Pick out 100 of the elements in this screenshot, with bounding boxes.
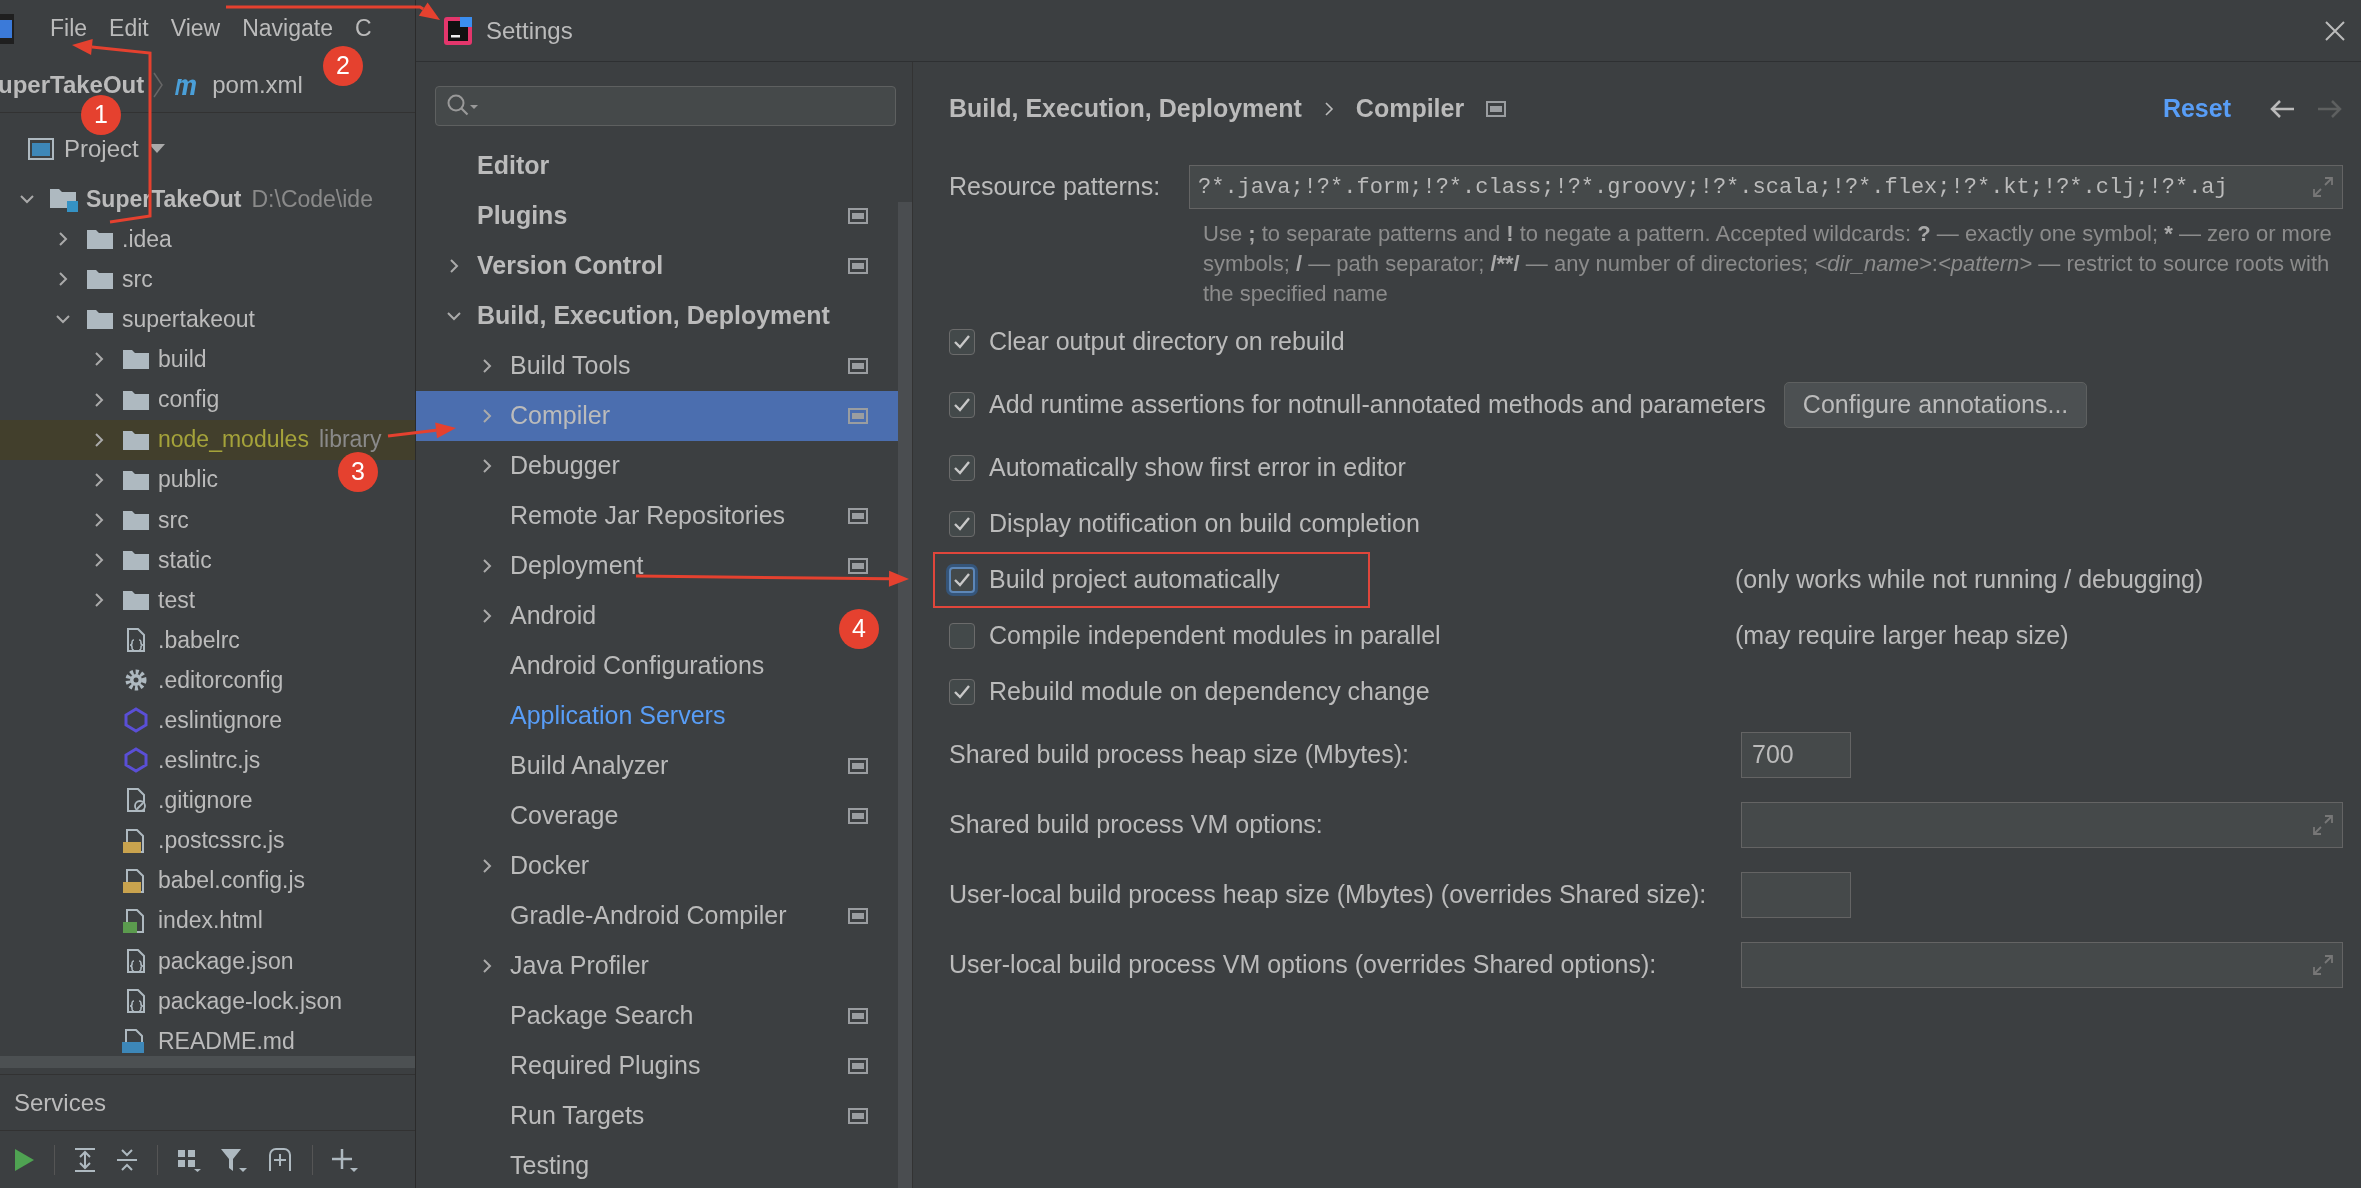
settings-nav-item[interactable]: Package Search xyxy=(510,997,694,1035)
input-field[interactable]: 700 xyxy=(1741,732,1851,778)
file-name[interactable]: package.json xyxy=(158,943,294,979)
configure-button[interactable]: Configure annotations... xyxy=(1783,382,2088,428)
settings-nav-item[interactable]: Build Analyzer xyxy=(510,747,669,785)
input-field[interactable] xyxy=(1741,942,2343,988)
input-field[interactable] xyxy=(1741,802,2343,848)
settings-nav-item[interactable]: Application Servers xyxy=(510,697,726,735)
annotation-arrow xyxy=(387,422,456,439)
settings-nav-item[interactable]: Version Control xyxy=(477,247,664,285)
checkmark-icon xyxy=(953,684,971,700)
settings-nav-item[interactable]: Android Configurations xyxy=(510,647,765,685)
panel-title: Services xyxy=(14,1087,107,1118)
settings-nav-item[interactable]: Debugger xyxy=(510,447,620,485)
checkbox[interactable] xyxy=(949,511,975,537)
field-label: Shared build process VM options: xyxy=(949,809,1324,841)
checkbox[interactable] xyxy=(949,455,975,481)
checkbox[interactable] xyxy=(949,567,975,593)
folder-icon xyxy=(86,307,114,332)
expand-all-icon[interactable] xyxy=(73,1146,97,1173)
checkbox-label[interactable]: Add runtime assertions for notnull-annotated methods and parameters xyxy=(989,386,1766,424)
settings-nav-item[interactable]: Java Profiler xyxy=(510,947,649,985)
input-field[interactable]: ?*.java;!?*.form;!?*.class;!?*.groovy;!?*.scala;!?*.flex;!?*.kt;!?*.clj;!?*.aj xyxy=(1189,165,2343,209)
checkmark-icon xyxy=(953,572,971,588)
folder-icon xyxy=(122,347,150,372)
folder-name[interactable]: supertakeout xyxy=(122,302,255,337)
add-frame-icon[interactable] xyxy=(266,1146,294,1173)
field-label: Resource patterns: xyxy=(949,171,1162,203)
breadcrumb-item[interactable]: Build, Execution, Deployment xyxy=(949,90,1302,128)
folder-name[interactable]: src xyxy=(122,262,153,297)
checkbox[interactable] xyxy=(949,329,975,355)
input-field[interactable] xyxy=(1741,872,1851,918)
file-name[interactable]: .eslintrc.js xyxy=(158,743,261,778)
file-name[interactable]: index.html xyxy=(158,903,263,938)
folder-name[interactable]: src xyxy=(158,502,189,538)
checkbox-label[interactable]: Automatically show first error in editor xyxy=(989,449,1406,487)
search-field[interactable] xyxy=(435,86,896,126)
checkbox-label[interactable]: Rebuild module on dependency change xyxy=(989,673,1430,711)
menu-item[interactable]: C xyxy=(343,11,383,46)
menu-item[interactable]: File xyxy=(39,11,99,46)
settings-nav-item[interactable]: Plugins xyxy=(477,197,568,235)
settings-nav-item[interactable]: Editor xyxy=(477,147,550,185)
collapse-all-icon[interactable] xyxy=(115,1146,139,1173)
hexagon-icon xyxy=(123,707,149,734)
add-icon[interactable] xyxy=(331,1146,359,1173)
settings-nav-item[interactable]: Android xyxy=(510,597,597,635)
checkbox[interactable] xyxy=(949,392,975,418)
folder-icon xyxy=(86,227,114,252)
panel-title: Project xyxy=(64,134,139,164)
checkmark-icon xyxy=(953,334,971,350)
checkbox-label[interactable]: Display notification on build completion xyxy=(989,505,1420,543)
settings-nav-item[interactable]: Deployment xyxy=(510,547,644,585)
settings-nav-item[interactable]: Docker xyxy=(510,847,590,885)
play-icon[interactable] xyxy=(12,1146,36,1173)
folder-name[interactable]: node_modules xyxy=(158,422,309,457)
folder-name[interactable]: .idea xyxy=(122,221,172,257)
option-note: (only works while not running / debugging) xyxy=(1735,564,2204,596)
checkmark-icon xyxy=(953,460,971,476)
folder-name[interactable]: test xyxy=(158,582,196,618)
menu-item[interactable]: View xyxy=(159,11,232,46)
checkbox[interactable] xyxy=(949,623,975,649)
close-icon[interactable] xyxy=(2323,18,2347,43)
settings-nav-item[interactable]: Build Tools xyxy=(510,347,631,385)
back-arrow-icon[interactable] xyxy=(2269,98,2295,120)
file-name[interactable]: .babelrc xyxy=(158,622,240,658)
scrollbar[interactable] xyxy=(0,1056,415,1068)
settings-nav-item[interactable]: Coverage xyxy=(510,797,619,835)
settings-nav-item[interactable]: Testing xyxy=(510,1147,590,1185)
file-name[interactable]: babel.config.js xyxy=(158,863,306,898)
file-name[interactable]: package-lock.json xyxy=(158,983,343,1019)
folder-path: D:\Code\ide xyxy=(251,184,373,214)
file-name[interactable]: README.md xyxy=(158,1023,295,1054)
filter-icon[interactable] xyxy=(220,1146,248,1173)
menu-item[interactable]: Edit xyxy=(98,11,160,46)
field-label: User-local build process VM options (overrides Shared options): xyxy=(949,949,1658,981)
folder-name[interactable]: config xyxy=(158,382,220,417)
reset-button[interactable]: Reset xyxy=(2162,90,2231,128)
field-label: Shared build process heap size (Mbytes): xyxy=(949,739,1410,771)
settings-nav-item[interactable]: Run Targets xyxy=(510,1097,645,1135)
checkbox-label[interactable]: Clear output directory on rebuild xyxy=(989,323,1345,361)
file-name[interactable]: .postcssrc.js xyxy=(158,823,285,858)
scrollbar[interactable] xyxy=(898,202,912,1188)
settings-nav-item[interactable]: Remote Jar Repositories xyxy=(510,497,786,535)
app-logo-icon xyxy=(0,13,14,44)
settings-nav-item[interactable]: Required Plugins xyxy=(510,1047,701,1085)
settings-nav-item[interactable]: Gradle-Android Compiler xyxy=(510,897,787,935)
breadcrumb-item[interactable]: Compiler xyxy=(1355,90,1465,128)
checkbox-label[interactable]: Build project automatically xyxy=(989,561,1280,599)
settings-nav-item[interactable]: Build, Execution, Deployment xyxy=(477,297,830,335)
folder-name[interactable]: build xyxy=(158,342,207,377)
menu-item[interactable]: Navigate xyxy=(231,11,344,46)
file-name[interactable]: .eslintignore xyxy=(158,703,283,738)
file-name[interactable]: .gitignore xyxy=(158,783,253,818)
checkbox-label[interactable]: Compile independent modules in parallel xyxy=(989,617,1441,655)
file-breadcrumb[interactable]: pom.xml xyxy=(212,66,303,103)
folder-name[interactable]: static xyxy=(158,542,212,578)
file-name[interactable]: .editorconfig xyxy=(158,662,284,698)
folder-name[interactable]: public xyxy=(158,462,219,497)
folder-icon xyxy=(49,186,79,213)
checkbox[interactable] xyxy=(949,679,975,705)
